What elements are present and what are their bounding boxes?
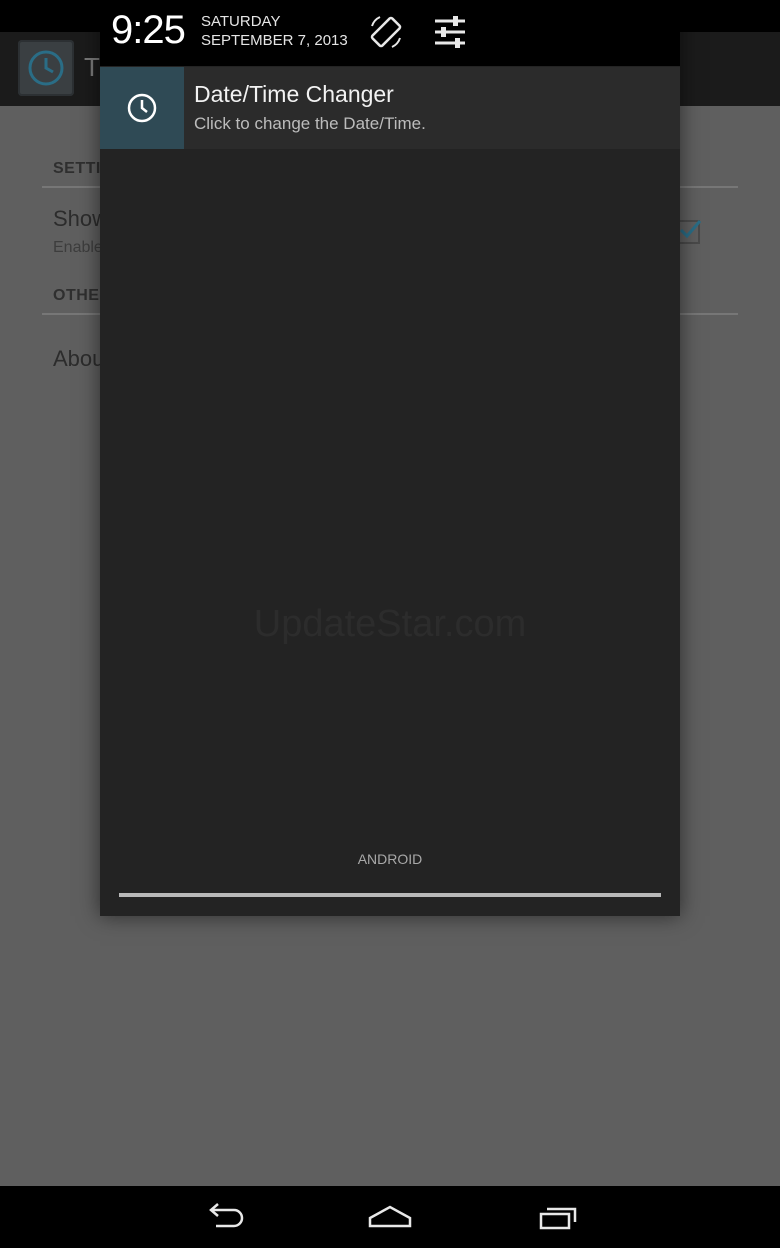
others-section-header: OTHE [53, 287, 100, 304]
quick-settings-button[interactable] [430, 12, 470, 52]
home-icon [368, 1205, 412, 1228]
app-clock-icon [18, 40, 74, 96]
date-day: SATURDAY [201, 13, 281, 30]
notification-icon-container [100, 67, 184, 149]
auto-rotate-icon [370, 16, 402, 48]
show-notification-pref-summary: Enable [53, 239, 103, 256]
notification-title: Date/Time Changer [194, 81, 394, 107]
settings-section-header: SETTI [53, 160, 101, 177]
recent-apps-button[interactable] [527, 1196, 587, 1240]
recent-apps-icon [539, 1207, 577, 1230]
back-button[interactable] [194, 1196, 254, 1240]
watermark: UpdateStar.com [253, 603, 527, 645]
quick-settings-icon [435, 16, 465, 48]
clock: 9:25 [111, 8, 186, 52]
notification-item[interactable]: Date/Time Changer Click to change the Da… [100, 67, 680, 149]
clock-icon [127, 93, 157, 123]
checkmark-icon [679, 220, 702, 239]
notification-text: Click to change the Date/Time. [194, 114, 426, 133]
date-full: SEPTEMBER 7, 2013 [201, 32, 348, 49]
auto-rotate-button[interactable] [366, 12, 406, 52]
back-icon [209, 1203, 244, 1228]
home-button[interactable] [360, 1196, 420, 1240]
shade-drag-handle[interactable] [119, 893, 661, 897]
carrier-label: ANDROID [357, 851, 423, 867]
